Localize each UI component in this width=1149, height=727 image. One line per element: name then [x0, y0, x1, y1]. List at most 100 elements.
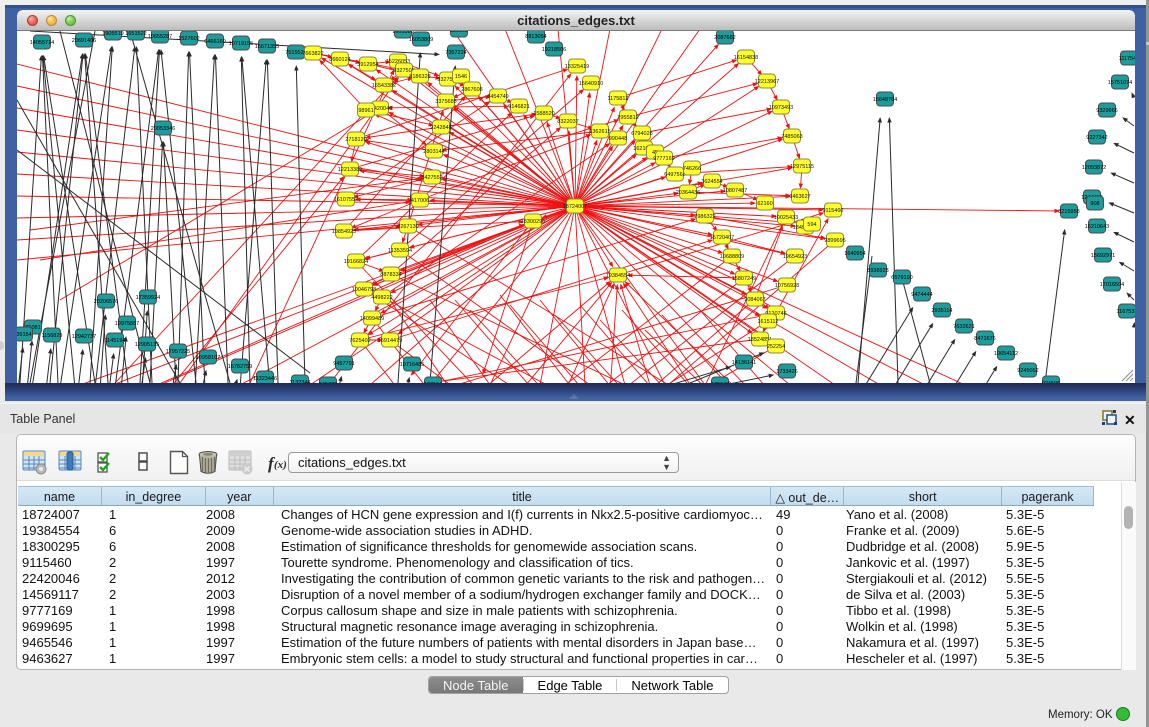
svg-text:8267130: 8267130: [397, 224, 418, 230]
svg-text:9329966: 9329966: [1096, 108, 1117, 114]
svg-text:16914479: 16914479: [378, 338, 402, 344]
svg-text:173342: 173342: [711, 382, 729, 383]
svg-text:2718120: 2718120: [345, 137, 366, 143]
svg-text:14055714: 14055714: [30, 40, 54, 46]
svg-text:3375685: 3375685: [435, 99, 456, 105]
svg-text:9474444: 9474444: [911, 292, 932, 298]
svg-text:7955812: 7955812: [617, 115, 638, 121]
svg-text:1527602: 1527602: [178, 36, 199, 42]
svg-text:1167533: 1167533: [1116, 309, 1135, 315]
svg-text:10807487: 10807487: [723, 188, 747, 194]
svg-text:16210643: 16210643: [1085, 224, 1109, 230]
svg-text:9457791: 9457791: [333, 361, 354, 367]
svg-text:15807249: 15807249: [732, 276, 756, 282]
svg-text:10973493: 10973493: [769, 105, 793, 111]
svg-text:1615112: 1615112: [757, 319, 778, 325]
svg-text:19384554: 19384554: [606, 273, 630, 279]
svg-text:98961: 98961: [358, 108, 373, 114]
svg-text:15640910: 15640910: [579, 81, 603, 87]
svg-text:19166824: 19166824: [344, 259, 368, 265]
svg-text:6466160: 6466160: [204, 39, 225, 45]
svg-text:7663822: 7663822: [302, 51, 323, 57]
svg-text:197164: 197164: [424, 382, 442, 383]
svg-text:1132344: 1132344: [289, 380, 310, 383]
svg-text:1651522: 1651522: [125, 31, 146, 37]
svg-text:13325419: 13325419: [565, 64, 589, 70]
svg-text:6579190: 6579190: [891, 275, 912, 281]
svg-text:17016504: 17016504: [1100, 282, 1124, 288]
svg-text:7632621: 7632621: [953, 324, 974, 330]
svg-text:417006: 417006: [411, 198, 429, 204]
svg-text:594: 594: [807, 222, 816, 228]
svg-text:924505: 924505: [1042, 381, 1060, 383]
svg-text:6497568: 6497568: [664, 172, 685, 178]
svg-text:990448: 990448: [609, 136, 627, 142]
svg-text:1362615: 1362615: [589, 129, 610, 135]
svg-text:1905519: 1905519: [102, 31, 123, 37]
svg-text:10654112: 10654112: [994, 351, 1018, 357]
svg-text:1156829: 1156829: [41, 333, 62, 339]
svg-text:8454749: 8454749: [487, 94, 508, 100]
svg-text:16782759: 16782759: [228, 364, 252, 370]
svg-text:9227342: 9227342: [1086, 135, 1107, 141]
svg-text:7485063: 7485063: [781, 134, 802, 140]
svg-text:8471676: 8471676: [974, 336, 995, 342]
svg-text:12905135: 12905135: [135, 342, 159, 348]
svg-text:20206576: 20206576: [94, 299, 118, 305]
svg-text:1640954: 1640954: [844, 251, 865, 257]
svg-text:1588520: 1588520: [533, 111, 554, 117]
svg-text:12093872: 12093872: [1082, 165, 1106, 171]
svg-text:9463627: 9463627: [789, 194, 810, 200]
svg-text:11323446: 11323446: [253, 376, 277, 382]
svg-text:7625402: 7625402: [349, 338, 370, 344]
svg-text:12975115: 12975115: [790, 164, 814, 170]
svg-text:19716485: 19716485: [400, 362, 424, 368]
svg-text:15692971: 15692971: [1091, 253, 1115, 259]
svg-text:881305: 881305: [450, 31, 468, 34]
svg-text:16648784: 16648784: [873, 97, 897, 103]
svg-text:14136141: 14136141: [732, 360, 756, 366]
svg-text:9084067: 9084067: [744, 297, 765, 303]
svg-text:2935114: 2935114: [931, 308, 952, 314]
svg-text:1175812: 1175812: [607, 96, 628, 102]
svg-text:2867608: 2867608: [461, 87, 482, 93]
svg-text:9115460: 9115460: [822, 208, 843, 214]
svg-text:8878334: 8878334: [380, 272, 401, 278]
svg-text:9245052: 9245052: [1017, 368, 1038, 374]
svg-text:12213967: 12213967: [755, 79, 779, 85]
svg-text:15720407: 15720407: [710, 235, 734, 241]
svg-text:10756928: 10756928: [775, 283, 799, 289]
svg-text:4498222: 4498222: [371, 295, 392, 301]
svg-text:39154: 39154: [17, 332, 32, 338]
svg-text:16053809: 16053809: [409, 37, 433, 43]
svg-text:7986322: 7986322: [694, 214, 715, 220]
svg-text:2087682: 2087682: [714, 35, 735, 41]
svg-text:19218506: 19218506: [542, 47, 566, 53]
svg-text:746266: 746266: [683, 166, 701, 172]
svg-text:8660124: 8660124: [329, 57, 350, 63]
svg-text:1117544: 1117544: [1119, 56, 1135, 62]
svg-text:19854923: 19854923: [332, 229, 356, 235]
svg-text:10655287: 10655287: [148, 34, 172, 40]
svg-text:2803144: 2803144: [423, 149, 444, 155]
svg-text:20691406: 20691406: [72, 38, 96, 44]
svg-text:9146821: 9146821: [508, 104, 529, 110]
svg-text:20364436: 20364436: [676, 190, 700, 196]
svg-text:908: 908: [1090, 201, 1099, 207]
svg-text:1605380: 1605380: [392, 31, 413, 35]
svg-text:6794028: 6794028: [631, 131, 652, 137]
svg-text:1733426: 1733426: [776, 369, 797, 375]
svg-text:9899695: 9899695: [824, 238, 845, 244]
svg-text:12213389: 12213389: [338, 167, 362, 173]
svg-text:62160: 62160: [757, 201, 772, 207]
svg-text:8938923: 8938923: [867, 268, 888, 274]
svg-text:10046798: 10046798: [352, 287, 376, 293]
svg-text:252254: 252254: [767, 344, 785, 350]
svg-text:9242848: 9242848: [430, 125, 451, 131]
svg-text:945779: 945779: [319, 382, 337, 383]
svg-text:15751074: 15751074: [1108, 80, 1132, 86]
svg-text:10025433: 10025433: [774, 215, 798, 221]
svg-text:20053346: 20053346: [151, 126, 175, 132]
svg-text:19654923: 19654923: [783, 254, 807, 260]
svg-text:16543382: 16543382: [372, 83, 396, 89]
